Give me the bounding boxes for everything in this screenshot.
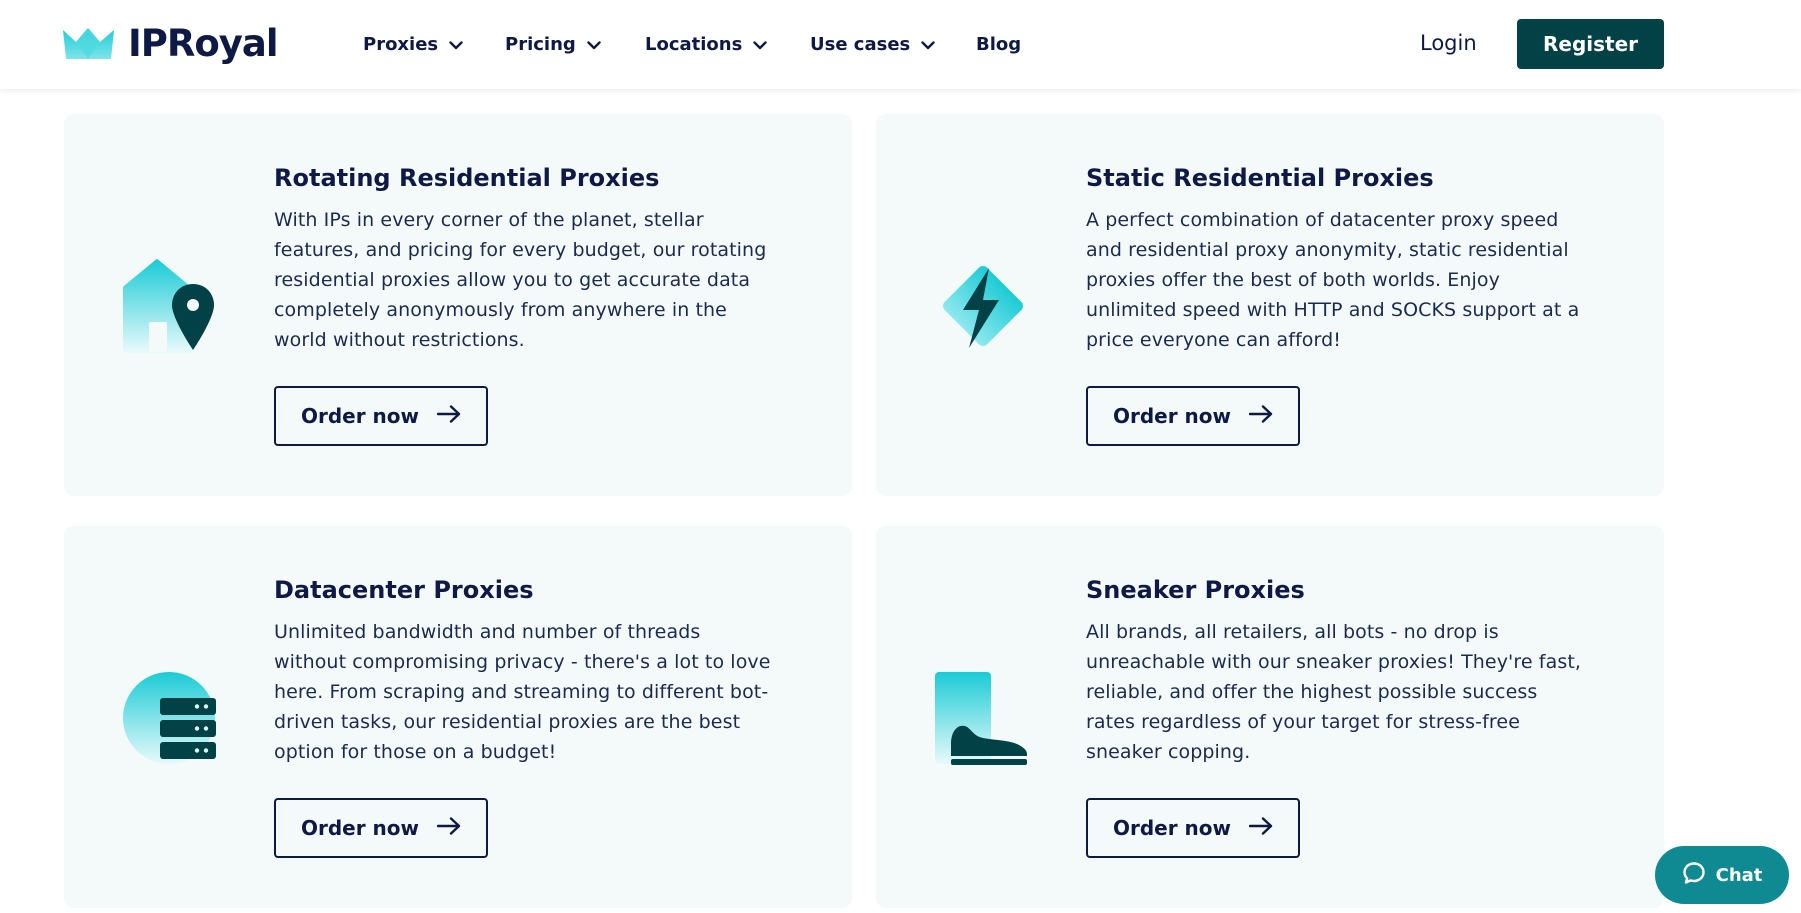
nav-locations[interactable]: Locations — [645, 32, 768, 56]
chevron-down-icon — [449, 34, 463, 55]
nav-use-cases[interactable]: Use cases — [810, 32, 935, 56]
register-button[interactable]: Register — [1517, 19, 1664, 69]
house-location-icon — [122, 258, 219, 358]
card-title: Static Residential Proxies — [1086, 164, 1434, 192]
server-stack-icon — [123, 670, 219, 770]
chat-bubble-icon — [1682, 861, 1716, 890]
product-card-rotating-residential: Rotating Residential Proxies With IPs in… — [64, 114, 852, 496]
card-description: All brands, all retailers, all bots - no… — [1086, 621, 1582, 763]
nav-proxies[interactable]: Proxies — [363, 32, 463, 56]
chat-label: Chat — [1715, 864, 1763, 886]
nav-use-cases-label: Use cases — [810, 33, 911, 55]
order-now-label: Order now — [300, 404, 420, 428]
order-now-button[interactable]: Order now — [1086, 386, 1300, 446]
arrow-right-icon — [436, 816, 461, 840]
nav-blog-label: Blog — [976, 33, 1022, 55]
nav-locations-label: Locations — [645, 33, 743, 55]
top-navbar: IPRoyal Proxies Pricing Locations Use ca… — [0, 0, 1801, 89]
lightning-bolt-icon — [935, 258, 1031, 358]
order-now-label: Order now — [1112, 404, 1232, 428]
nav-blog[interactable]: Blog — [976, 32, 1021, 56]
iproyal-logo[interactable]: IPRoyal — [63, 20, 279, 66]
order-now-button[interactable]: Order now — [274, 386, 488, 446]
product-card-sneaker: Sneaker Proxies All brands, all retailer… — [876, 526, 1664, 908]
product-card-static-residential: Static Residential Proxies A perfect com… — [876, 114, 1664, 496]
chevron-down-icon — [587, 34, 601, 55]
card-description: With IPs in every corner of the planet, … — [274, 209, 767, 351]
order-now-label: Order now — [300, 816, 420, 840]
card-description: A perfect combination of datacenter prox… — [1086, 209, 1580, 351]
order-now-button[interactable]: Order now — [274, 798, 488, 858]
nav-pricing[interactable]: Pricing — [505, 32, 601, 56]
arrow-right-icon — [1248, 816, 1273, 840]
order-now-label: Order now — [1112, 816, 1232, 840]
card-title: Rotating Residential Proxies — [274, 164, 660, 192]
card-title: Sneaker Proxies — [1086, 576, 1305, 604]
chevron-down-icon — [921, 34, 935, 55]
arrow-right-icon — [436, 404, 461, 428]
product-card-datacenter: Datacenter Proxies Unlimited bandwidth a… — [64, 526, 852, 908]
nav-proxies-label: Proxies — [363, 33, 439, 55]
crown-logo-icon — [63, 26, 114, 60]
card-title: Datacenter Proxies — [274, 576, 534, 604]
chat-button[interactable]: Chat — [1655, 846, 1789, 904]
card-description: Unlimited bandwidth and number of thread… — [274, 621, 771, 763]
sneaker-icon — [935, 670, 1031, 770]
chevron-down-icon — [753, 34, 768, 55]
logo-wordmark: IPRoyal — [128, 21, 279, 65]
order-now-button[interactable]: Order now — [1086, 798, 1300, 858]
nav-pricing-label: Pricing — [505, 33, 576, 55]
login-link[interactable]: Login — [1420, 31, 1477, 55]
arrow-right-icon — [1248, 404, 1273, 428]
